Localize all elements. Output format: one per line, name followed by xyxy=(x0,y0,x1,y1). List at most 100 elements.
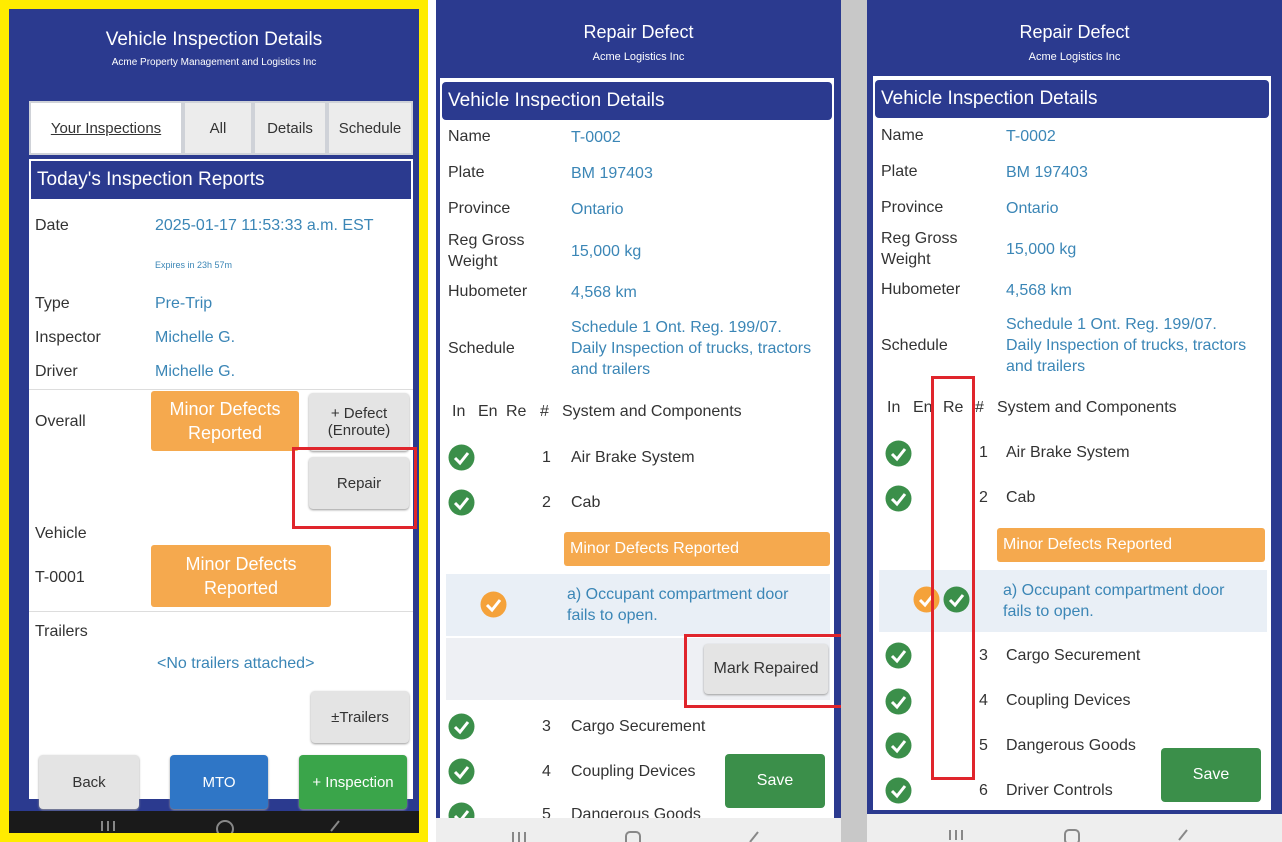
item-name: Cargo Securement xyxy=(571,718,706,735)
divider xyxy=(428,0,436,842)
field-label-hubometer: Hubometer xyxy=(881,281,961,298)
home-icon xyxy=(216,820,234,833)
vehicle-label: Vehicle xyxy=(35,525,87,542)
date-value: 2025-01-17 11:53:33 a.m. EST xyxy=(155,217,374,234)
field-label-plate: Plate xyxy=(448,164,485,181)
driver-label: Driver xyxy=(35,363,78,380)
save-button[interactable]: Save xyxy=(725,754,825,808)
field-label-weight: Reg Gross Weight xyxy=(881,230,958,268)
tab-all[interactable]: All xyxy=(185,103,251,153)
repair-defect-card: Vehicle Inspection Details Name T-0002 P… xyxy=(873,76,1271,810)
item-number: 2 xyxy=(979,489,988,506)
trailers-button[interactable]: ±Trailers xyxy=(311,691,409,743)
check-circle-icon[interactable] xyxy=(885,642,912,669)
item-name: Coupling Devices xyxy=(1006,692,1131,709)
nav-icons xyxy=(101,820,340,833)
field-value-name: T-0002 xyxy=(1006,128,1056,145)
column-en: En xyxy=(478,403,498,420)
company-name: Acme Logistics Inc xyxy=(1028,51,1121,63)
field-label-schedule: Schedule xyxy=(881,337,948,354)
inspection-reports-card: Today's Inspection Reports Date 2025-01-… xyxy=(29,159,417,799)
highlight-repair-box xyxy=(292,447,417,529)
left-phone-screen: Vehicle Inspection Details Acme Property… xyxy=(0,0,428,842)
field-label-schedule: Schedule xyxy=(448,340,515,357)
item-name: Air Brake System xyxy=(571,449,695,466)
check-circle-icon[interactable] xyxy=(448,444,475,471)
home-icon xyxy=(625,831,641,842)
item-number: 3 xyxy=(979,647,988,664)
field-value-hubometer: 4,568 km xyxy=(571,284,637,301)
company-name: Acme Property Management and Logistics I… xyxy=(111,57,317,68)
check-circle-icon[interactable] xyxy=(448,713,475,740)
highlight-mark-repaired-box xyxy=(684,634,841,708)
field-label-weight: Reg Gross Weight xyxy=(448,232,525,270)
item-name: Coupling Devices xyxy=(571,763,696,780)
column-system: System and Components xyxy=(562,403,742,420)
field-label-province: Province xyxy=(448,200,511,217)
check-circle-icon[interactable] xyxy=(448,758,475,785)
section-title: Vehicle Inspection Details xyxy=(875,80,1269,118)
nav-icons xyxy=(949,829,1188,842)
item-number: 5 xyxy=(979,737,988,754)
field-value-plate: BM 197403 xyxy=(571,165,653,182)
check-circle-icon[interactable] xyxy=(885,732,912,759)
repair-defect-card: Vehicle Inspection Details Name T-0002 P… xyxy=(440,78,841,829)
trailers-label: Trailers xyxy=(35,623,88,640)
field-label-hubometer: Hubometer xyxy=(448,283,528,300)
app-header: Vehicle Inspection Details Acme Property… xyxy=(9,9,419,79)
item-number: 3 xyxy=(542,718,551,735)
expires-text: Expires in 23h 57m xyxy=(155,260,233,270)
divider xyxy=(29,389,413,390)
tab-details[interactable]: Details xyxy=(255,103,325,153)
item-name: Cargo Securement xyxy=(1006,647,1141,664)
screen-title: Vehicle Inspection Details xyxy=(105,29,323,50)
check-circle-icon[interactable] xyxy=(885,777,912,804)
save-button[interactable]: Save xyxy=(1161,748,1261,802)
field-value-plate: BM 197403 xyxy=(1006,164,1088,181)
divider xyxy=(841,0,867,842)
back-icon xyxy=(330,820,340,832)
field-label-plate: Plate xyxy=(881,163,918,180)
divider xyxy=(29,611,413,612)
field-value-weight: 15,000 kg xyxy=(571,243,642,260)
type-value: Pre-Trip xyxy=(155,295,213,312)
overall-status-badge: Minor Defects Reported xyxy=(151,391,299,451)
check-circle-icon[interactable] xyxy=(885,440,912,467)
column-number: # xyxy=(540,403,549,420)
field-label-province: Province xyxy=(881,199,944,216)
field-value-province: Ontario xyxy=(1006,200,1059,217)
item-name: Dangerous Goods xyxy=(1006,737,1136,754)
warning-check-icon[interactable] xyxy=(480,591,507,618)
item-name: Driver Controls xyxy=(1006,782,1113,799)
app-header: Repair Defect Acme Logistics Inc xyxy=(436,0,841,74)
item-number: 4 xyxy=(979,692,988,709)
tab-bar: Your Inspections All Details Schedule xyxy=(29,101,413,155)
field-label-name: Name xyxy=(881,127,924,144)
add-inspection-button[interactable]: + Inspection xyxy=(299,755,407,809)
column-en: En xyxy=(913,399,933,416)
app-header: Repair Defect Acme Logistics Inc xyxy=(867,0,1282,74)
field-value-schedule: Schedule 1 Ont. Reg. 199/07. Daily Inspe… xyxy=(571,319,812,378)
add-defect-enroute-button[interactable]: + Defect (Enroute) xyxy=(309,393,409,451)
section-title: Vehicle Inspection Details xyxy=(442,82,832,120)
recents-icon xyxy=(101,821,115,831)
item-number: 1 xyxy=(542,449,551,466)
field-value-province: Ontario xyxy=(571,201,624,218)
overall-label: Overall xyxy=(35,413,86,430)
field-value-name: T-0002 xyxy=(571,129,621,146)
inspector-label: Inspector xyxy=(35,329,101,346)
column-number: # xyxy=(975,399,984,416)
item-name: Air Brake System xyxy=(1006,444,1130,461)
company-name: Acme Logistics Inc xyxy=(592,51,685,63)
no-trailers-text: <No trailers attached> xyxy=(157,655,315,672)
mto-button[interactable]: MTO xyxy=(170,755,268,809)
back-button[interactable]: Back xyxy=(39,755,139,809)
tab-your-inspections[interactable]: Your Inspections xyxy=(31,103,181,153)
check-circle-icon[interactable] xyxy=(885,485,912,512)
tab-schedule[interactable]: Schedule xyxy=(329,103,411,153)
check-circle-icon[interactable] xyxy=(885,688,912,715)
driver-value: Michelle G. xyxy=(155,363,236,380)
date-label: Date xyxy=(35,217,69,234)
defect-status-badge: Minor Defects Reported xyxy=(997,528,1265,562)
check-circle-icon[interactable] xyxy=(448,489,475,516)
